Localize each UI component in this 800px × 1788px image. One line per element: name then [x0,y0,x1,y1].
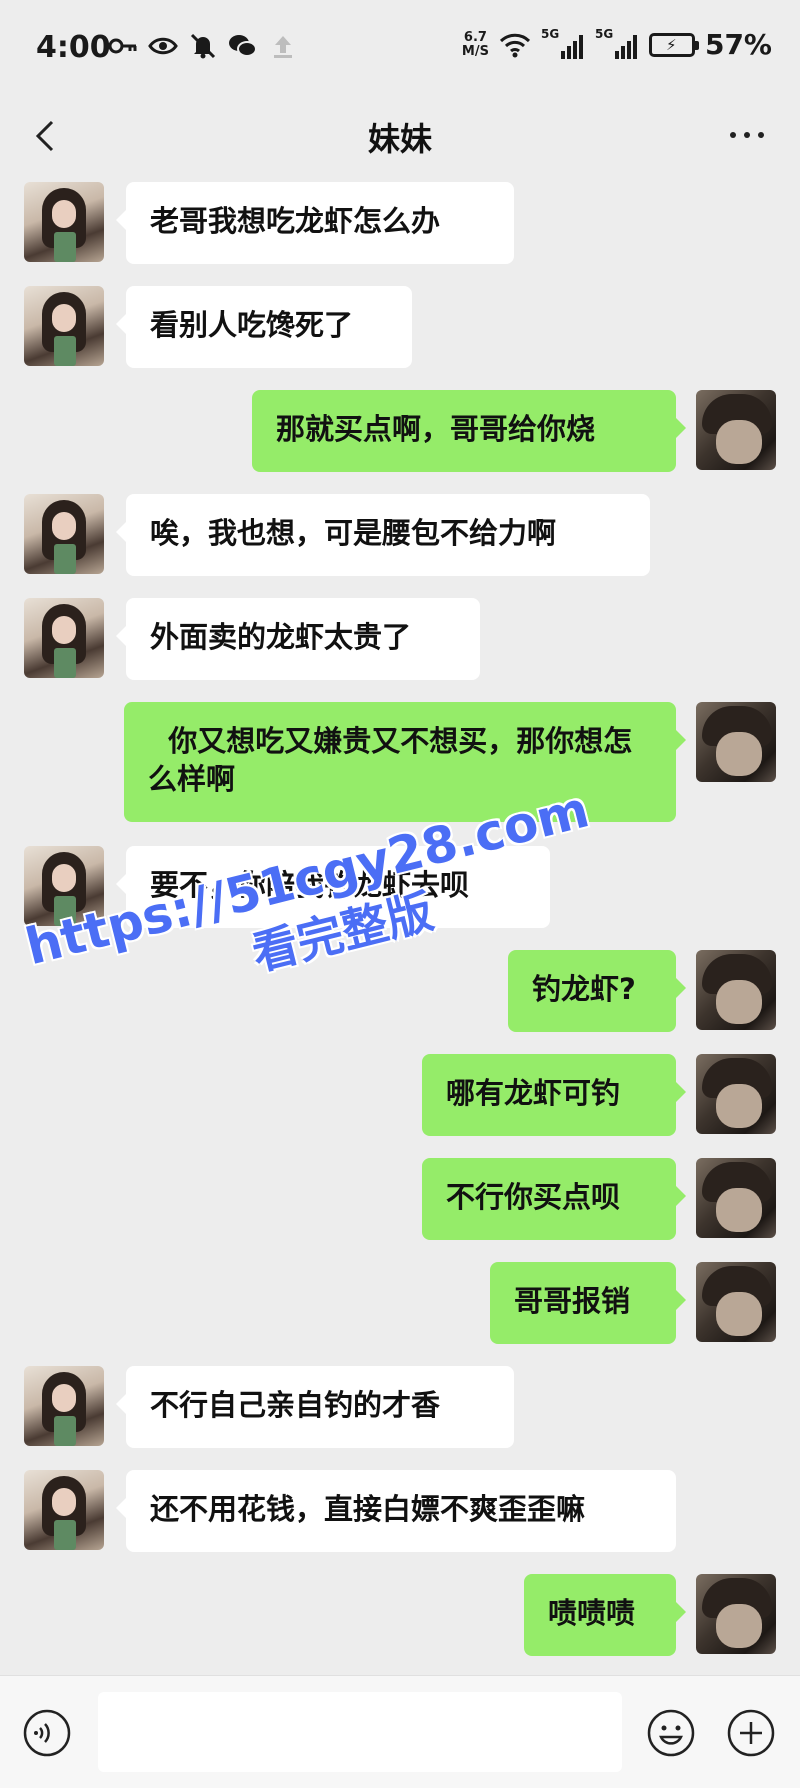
status-icons [108,32,298,60]
net-speed-value: 6.7 [463,29,487,45]
emoji-icon[interactable] [646,1708,696,1758]
message-bubble-sent[interactable]: 啧啧啧 [524,1574,686,1656]
signal-sim2: 5G [595,27,639,59]
status-bar: 4:00 6.7 M/S 5G 5G ⚡ 57% [0,0,800,100]
message-bubble-sent[interactable]: 钓龙虾? [508,950,686,1032]
wechat-icon [229,35,257,57]
plus-icon[interactable] [726,1708,776,1758]
ellipsis-icon[interactable] [730,132,770,142]
net-speed-unit: M/S [461,43,489,59]
sim2-label: 5G [594,26,614,41]
eye-icon [148,37,178,55]
status-right: 6.7 M/S 5G 5G ⚡ 57% [461,27,772,62]
message-bubble-received[interactable]: 还不用花钱，直接白嫖不爽歪歪嘛 [116,1470,676,1552]
contact-avatar[interactable] [24,494,104,574]
wifi-icon [499,33,531,57]
contact-avatar[interactable] [24,182,104,262]
message-bubble-sent[interactable]: 那就买点啊，哥哥给你烧 [252,390,686,472]
key-icon [108,38,137,54]
chat-header: 妹妹 [0,100,800,180]
self-avatar[interactable] [696,1054,776,1134]
contact-avatar[interactable] [24,598,104,678]
contact-avatar[interactable] [24,1470,104,1550]
self-avatar[interactable] [696,1158,776,1238]
sim1-label: 5G [540,26,560,41]
input-bar [0,1675,800,1788]
message-bubble-received[interactable]: 外面卖的龙虾太贵了 [116,598,480,680]
message-bubble-sent[interactable]: 哥哥报销 [490,1262,686,1344]
self-avatar[interactable] [696,1262,776,1342]
signal-sim1: 5G [541,27,585,59]
contact-avatar[interactable] [24,286,104,366]
self-avatar[interactable] [696,1574,776,1654]
message-bubble-received[interactable]: 不行自己亲自钓的才香 [116,1366,514,1448]
upload-icon [274,36,292,58]
message-input[interactable] [98,1692,622,1772]
battery-icon: ⚡ [648,32,699,57]
self-avatar[interactable] [696,702,776,782]
status-time: 4:00 [36,30,111,65]
mute-bell-icon [190,33,216,59]
battery-percent: 57% [704,28,772,61]
message-bubble-received[interactable]: 唉，我也想，可是腰包不给力啊 [116,494,650,576]
contact-avatar[interactable] [24,1366,104,1446]
watermark-overlay: https://51cgy28.com 看完整版 [20,780,595,1037]
self-avatar[interactable] [696,950,776,1030]
self-avatar[interactable] [696,390,776,470]
message-bubble-sent[interactable]: 你又想吃又嫌贵又不想买，那你想怎么样啊 [124,702,686,822]
message-bubble-received[interactable]: 老哥我想吃龙虾怎么办 [116,182,514,264]
message-bubble-received[interactable]: 看别人吃馋死了 [116,286,412,368]
chat-title: 妹妹 [367,120,432,158]
message-bubble-sent[interactable]: 哪有龙虾可钓 [422,1054,686,1136]
voice-icon[interactable] [22,1708,72,1758]
message-bubble-sent[interactable]: 不行你买点呗 [422,1158,686,1240]
net-speed: 6.7 M/S [461,29,489,59]
